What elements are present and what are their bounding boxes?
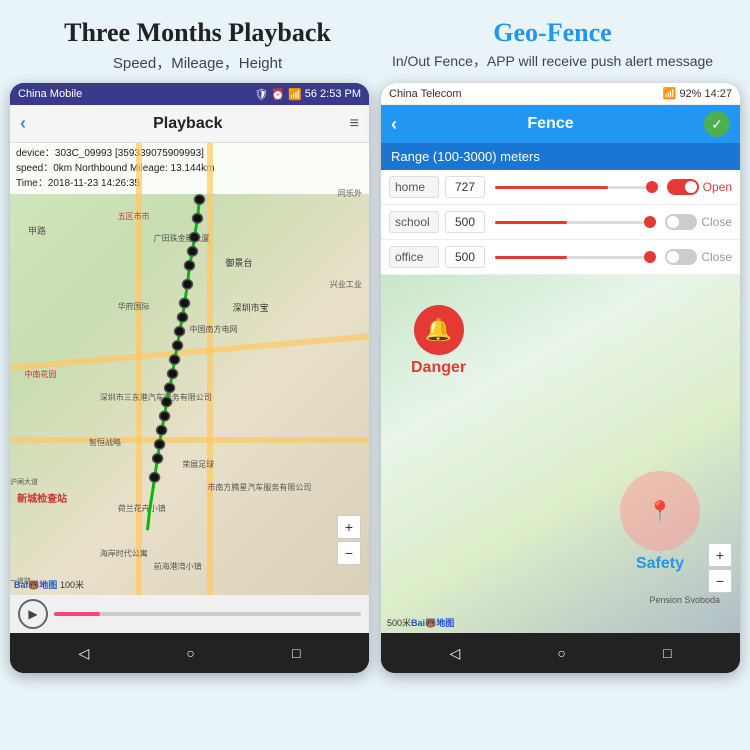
fence-items-list: Open Close Close [381, 170, 740, 275]
playback-nav-bar: ‹ Playback ≡ [10, 105, 369, 143]
playback-back-button[interactable]: ‹ [20, 113, 26, 134]
fence-value-office[interactable] [445, 246, 485, 268]
safety-zone: 📍 Safety [620, 471, 700, 573]
geo-scale: 500米 [387, 616, 411, 629]
playback-controls: ▶ [10, 595, 369, 633]
playback-status-bar: China Mobile 🛡 ⏰ 📶 56 2:53 PM [10, 83, 369, 105]
playback-title: Three Months Playback [20, 18, 375, 48]
geofence-phone: China Telecom 📶 92% 14:27 ‹ Fence ✓ Rang… [381, 83, 740, 673]
toggle-label-office: Close [701, 250, 732, 264]
geo-zoom-controls: + − [708, 543, 732, 593]
safety-label: Safety [636, 555, 684, 573]
map-scale: 100米 [60, 578, 84, 591]
playback-battery: 56 [305, 88, 317, 100]
fence-status-bar: China Telecom 📶 92% 14:27 [381, 83, 740, 105]
fence-slider-thumb-school [644, 216, 656, 228]
play-button[interactable]: ▶ [18, 599, 48, 629]
playback-zoom-controls: + − [337, 515, 361, 565]
geofence-subtitle: In/Out Fence，APP will receive push alert… [375, 52, 730, 72]
pension-label: Pension Svoboda [649, 595, 720, 605]
geo-baidu-logo: Bai🐻地图 [411, 616, 454, 629]
fence-nav-home[interactable]: ○ [557, 645, 565, 661]
playback-zoom-in[interactable]: + [337, 515, 361, 539]
fence-slider-thumb-home [646, 181, 658, 193]
fence-item-school: Close [381, 205, 740, 240]
fence-item-office: Close [381, 240, 740, 275]
fence-name-school[interactable] [389, 211, 439, 233]
toggle-office[interactable] [665, 249, 697, 265]
safety-pin-icon: 📍 [648, 499, 673, 524]
fence-slider-thumb-office [644, 251, 656, 263]
playback-nav-title: Playback [153, 115, 222, 133]
fence-nav-back[interactable]: ◁ [450, 645, 461, 662]
fence-toggle-group-school: Close [665, 214, 732, 230]
safety-circle: 📍 [620, 471, 700, 551]
danger-label: Danger [411, 359, 466, 377]
playback-zoom-out[interactable]: − [337, 541, 361, 565]
danger-zone: 🔔 Danger [411, 305, 466, 377]
fence-signal-icon: 📶 [663, 87, 677, 100]
fence-slider-fill-home [495, 186, 608, 189]
fence-slider-fill-office [495, 256, 567, 259]
playback-map: device：303C_09993 [359339075909993] spee… [10, 143, 369, 595]
playback-signal-icon: 🛡 ⏰ 📶 [254, 88, 301, 101]
progress-fill [54, 612, 100, 616]
geofence-title: Geo-Fence [375, 18, 730, 48]
playback-time: 2:53 PM [320, 88, 361, 100]
baidu-logo: Bai🐻地图 [14, 578, 57, 591]
fence-confirm-button[interactable]: ✓ [704, 111, 730, 137]
fence-slider-school[interactable] [495, 221, 655, 224]
playback-nav-back[interactable]: ◁ [79, 645, 90, 662]
geo-zoom-out[interactable]: − [708, 569, 732, 593]
fence-slider-home[interactable] [495, 186, 657, 189]
toggle-label-home: Open [703, 180, 732, 194]
playback-subtitle: Speed，Mileage，Height [20, 52, 375, 73]
playback-map-area: device：303C_09993 [359339075909993] spee… [10, 143, 369, 595]
fence-back-button[interactable]: ‹ [391, 114, 397, 135]
toggle-label-school: Close [701, 215, 732, 229]
geofence-header: Geo-Fence In/Out Fence，APP will receive … [375, 18, 730, 73]
fence-battery-pct: 92% [679, 88, 701, 100]
playback-phone: China Mobile 🛡 ⏰ 📶 56 2:53 PM ‹ Playback… [10, 83, 369, 673]
toggle-school[interactable] [665, 214, 697, 230]
playback-header: Three Months Playback Speed，Mileage，Heig… [20, 18, 375, 73]
fence-time: 14:27 [704, 88, 732, 100]
playback-nav-home[interactable]: ○ [186, 645, 194, 661]
playback-nav-recent[interactable]: □ [292, 645, 300, 661]
fence-nav-bar: ‹ Fence ✓ [381, 105, 740, 143]
track-svg [10, 143, 369, 595]
toggle-home[interactable] [667, 179, 699, 195]
fence-toggle-group-home: Open [667, 179, 732, 195]
playback-carrier: China Mobile [18, 88, 82, 100]
fence-nav-recent[interactable]: □ [663, 645, 671, 661]
fence-item-home: Open [381, 170, 740, 205]
geo-fence-map: 🔔 Danger 📍 Safety Pension Svoboda + − 50… [381, 275, 740, 633]
playback-bottom-bar: ◁ ○ □ [10, 633, 369, 673]
fence-range-label: Range (100-3000) meters [381, 143, 740, 170]
geo-zoom-in[interactable]: + [708, 543, 732, 567]
playback-menu-icon[interactable]: ≡ [350, 115, 359, 133]
bell-icon: 🔔 [414, 305, 464, 355]
progress-bar[interactable] [54, 612, 361, 616]
fence-bottom-bar: ◁ ○ □ [381, 633, 740, 673]
fence-value-home[interactable] [445, 176, 485, 198]
fence-carrier: China Telecom [389, 88, 462, 100]
fence-value-school[interactable] [445, 211, 485, 233]
fence-name-office[interactable] [389, 246, 439, 268]
fence-slider-office[interactable] [495, 256, 655, 259]
fence-toggle-group-office: Close [665, 249, 732, 265]
fence-nav-title: Fence [527, 115, 573, 133]
fence-slider-fill-school [495, 221, 567, 224]
fence-name-home[interactable] [389, 176, 439, 198]
